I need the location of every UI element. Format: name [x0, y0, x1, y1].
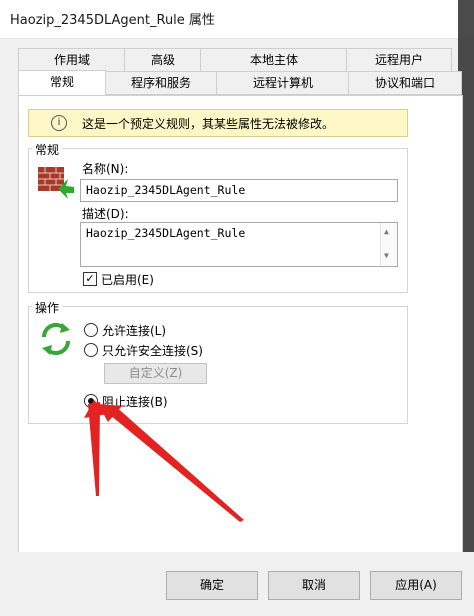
title-bar: Haozip_2345DLAgent_Rule 属性	[0, 0, 474, 39]
info-banner: i 这是一个预定义规则，其某些属性无法被修改。	[28, 109, 408, 137]
apply-button[interactable]: 应用(A)	[370, 571, 462, 600]
firewall-icon	[38, 167, 74, 199]
allow-secure-label: 只允许安全连接(S)	[102, 344, 203, 358]
description-scrollbar[interactable]: ▲ ▼	[380, 223, 397, 266]
description-label: 描述(D):	[82, 207, 129, 221]
allow-secure-radio[interactable]	[84, 343, 98, 357]
name-label: 名称(N):	[82, 162, 129, 176]
name-value: Haozip_2345DLAgent_Rule	[86, 183, 246, 197]
block-radio[interactable]	[84, 394, 98, 408]
tab-programs-services[interactable]: 程序和服务	[104, 71, 218, 95]
customize-button[interactable]: 自定义(Z)	[104, 363, 207, 384]
enabled-checkbox[interactable]: ✓	[83, 272, 97, 286]
tab-general[interactable]: 常规	[18, 70, 106, 95]
block-radio-dot	[88, 398, 94, 404]
action-group	[28, 306, 408, 424]
enabled-label: 已启用(E)	[101, 273, 154, 287]
general-legend: 常规	[32, 141, 63, 158]
refresh-icon	[41, 322, 71, 356]
scroll-down-icon[interactable]: ▼	[384, 251, 389, 260]
info-icon: i	[51, 115, 67, 131]
tab-scope[interactable]: 作用域	[18, 48, 126, 72]
scroll-up-icon[interactable]: ▲	[384, 227, 389, 236]
action-legend: 操作	[32, 299, 63, 316]
ok-button[interactable]: 确定	[166, 571, 258, 600]
allow-label: 允许连接(L)	[102, 324, 167, 338]
cancel-button[interactable]: 取消	[268, 571, 360, 600]
name-field[interactable]: Haozip_2345DLAgent_Rule	[80, 179, 398, 202]
tab-local-principals[interactable]: 本地主体	[200, 48, 348, 72]
allow-radio[interactable]	[84, 323, 98, 337]
info-message: 这是一个预定义规则，其某些属性无法被修改。	[82, 117, 335, 131]
description-field[interactable]: Haozip_2345DLAgent_Rule ▲ ▼	[80, 222, 398, 267]
description-value: Haozip_2345DLAgent_Rule	[86, 226, 246, 240]
tab-remote-computers[interactable]: 远程计算机	[216, 71, 350, 95]
tab-protocols-ports[interactable]: 协议和端口	[348, 71, 462, 95]
tab-remote-users[interactable]: 远程用户	[346, 48, 452, 72]
block-label: 阻止连接(B)	[102, 395, 168, 409]
tab-advanced[interactable]: 高级	[124, 48, 202, 72]
window-title: Haozip_2345DLAgent_Rule 属性	[10, 13, 215, 28]
